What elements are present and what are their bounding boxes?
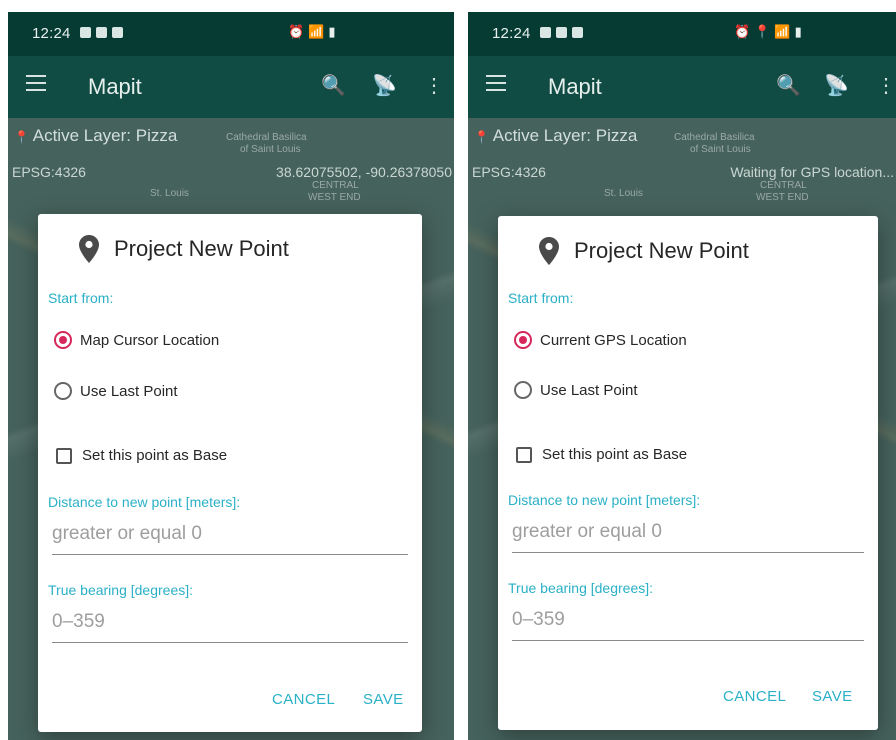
more-options-icon[interactable]: ⋮ bbox=[424, 73, 444, 98]
location-pin-icon bbox=[79, 235, 99, 263]
bearing-label: True bearing [degrees]: bbox=[48, 582, 194, 598]
notification-icons bbox=[80, 27, 123, 38]
status-time: 12:24 bbox=[492, 25, 531, 42]
notification-icons bbox=[540, 27, 583, 38]
bearing-input[interactable] bbox=[52, 606, 408, 643]
active-layer-label: 📍 Active Layer: Pizza bbox=[14, 126, 177, 146]
app-title: Mapit bbox=[548, 74, 602, 99]
dialog-title: Project New Point bbox=[538, 236, 749, 266]
app-bar: Mapit 🔍 📡 ⋮ bbox=[468, 56, 896, 118]
distance-input[interactable] bbox=[512, 516, 864, 553]
location-icon: 📍 bbox=[754, 24, 771, 39]
status-bar: 12:24 ⏰ 📍 📶 ▮ bbox=[468, 12, 896, 56]
status-time: 12:24 bbox=[32, 25, 71, 42]
distance-input[interactable] bbox=[52, 518, 408, 555]
project-new-point-dialog: Project New Point Start from: Map Cursor… bbox=[38, 214, 422, 732]
active-layer-text: Active Layer: Pizza bbox=[32, 126, 178, 145]
app-bar: Mapit 🔍 📡 ⋮ bbox=[8, 56, 454, 118]
search-icon[interactable]: 🔍 bbox=[776, 73, 801, 98]
alarm-icon: ⏰ bbox=[734, 24, 751, 39]
dialog-title: Project New Point bbox=[78, 234, 289, 264]
screenshot-left: 12:24 ⏰ 📶 ▮ Mapit 🔍 📡 ⋮ 📍 Active Layer: … bbox=[8, 12, 454, 740]
map-label: of Saint Louis bbox=[690, 144, 751, 155]
radio-selected-icon[interactable] bbox=[54, 331, 72, 349]
radio-label: Current GPS Location bbox=[540, 331, 687, 349]
distance-label: Distance to new point [meters]: bbox=[48, 494, 241, 510]
active-layer-text: Active Layer: Pizza bbox=[492, 126, 638, 145]
map-label: St. Louis bbox=[604, 188, 643, 199]
map-label: CENTRAL bbox=[312, 180, 359, 191]
map-label: CENTRAL bbox=[760, 180, 807, 191]
map-label: of Saint Louis bbox=[240, 144, 301, 155]
checkbox-label: Set this point as Base bbox=[82, 447, 228, 464]
map-label: WEST END bbox=[756, 192, 809, 203]
cancel-button[interactable]: CANCEL bbox=[723, 688, 786, 705]
location-pin-icon bbox=[539, 237, 559, 265]
radio-unselected-icon[interactable] bbox=[514, 381, 532, 399]
layer-pin-icon: 📍 bbox=[14, 130, 29, 144]
distance-label: Distance to new point [meters]: bbox=[508, 492, 701, 508]
radio-label: Map Cursor Location bbox=[80, 331, 220, 349]
start-from-label: Start from: bbox=[508, 290, 574, 306]
start-from-label: Start from: bbox=[48, 290, 114, 306]
wifi-icon: 📶 bbox=[308, 24, 325, 39]
save-button[interactable]: SAVE bbox=[363, 691, 404, 708]
radio-label: Use Last Point bbox=[80, 382, 178, 400]
gps-satellite-icon[interactable]: 📡 bbox=[824, 73, 849, 98]
map-label: Cathedral Basilica bbox=[674, 132, 755, 143]
screenshot-right: 12:24 ⏰ 📍 📶 ▮ Mapit 🔍 📡 ⋮ 📍 Active Layer… bbox=[468, 12, 896, 740]
radio-map-cursor-location[interactable]: Map Cursor Location bbox=[54, 331, 219, 349]
checkbox-label: Set this point as Base bbox=[542, 446, 688, 463]
more-options-icon[interactable]: ⋮ bbox=[876, 73, 896, 98]
status-bar: 12:24 ⏰ 📶 ▮ bbox=[8, 12, 454, 56]
radio-unselected-icon[interactable] bbox=[54, 382, 72, 400]
dialog-title-text: Project New Point bbox=[574, 238, 749, 263]
save-button[interactable]: SAVE bbox=[812, 688, 853, 705]
bearing-input[interactable] bbox=[512, 604, 864, 641]
cancel-button[interactable]: CANCEL bbox=[272, 691, 335, 708]
gps-satellite-icon[interactable]: 📡 bbox=[372, 73, 397, 98]
app-title: Mapit bbox=[88, 74, 142, 99]
epsg-label: EPSG:4326 bbox=[472, 164, 546, 180]
checkbox-icon[interactable] bbox=[516, 446, 532, 463]
radio-use-last-point[interactable]: Use Last Point bbox=[514, 381, 638, 399]
map-label: Cathedral Basilica bbox=[226, 132, 307, 143]
gps-status-text: Waiting for GPS location... bbox=[730, 164, 894, 180]
radio-current-gps-location[interactable]: Current GPS Location bbox=[514, 331, 687, 349]
search-icon[interactable]: 🔍 bbox=[321, 73, 346, 98]
radio-selected-icon[interactable] bbox=[514, 331, 532, 349]
alarm-icon: ⏰ bbox=[288, 24, 305, 39]
set-base-checkbox-row[interactable]: Set this point as Base bbox=[56, 447, 227, 464]
map-label: St. Louis bbox=[150, 188, 189, 199]
epsg-label: EPSG:4326 bbox=[12, 164, 86, 180]
set-base-checkbox-row[interactable]: Set this point as Base bbox=[516, 446, 687, 463]
hamburger-menu-icon[interactable] bbox=[486, 75, 506, 91]
battery-icon: ▮ bbox=[794, 24, 802, 39]
hamburger-menu-icon[interactable] bbox=[26, 75, 46, 91]
project-new-point-dialog: Project New Point Start from: Current GP… bbox=[498, 216, 878, 730]
system-status-icons: ⏰ 📶 ▮ bbox=[288, 24, 336, 40]
radio-label: Use Last Point bbox=[540, 381, 638, 399]
system-status-icons: ⏰ 📍 📶 ▮ bbox=[734, 24, 802, 40]
wifi-icon: 📶 bbox=[774, 24, 791, 39]
battery-icon: ▮ bbox=[328, 24, 336, 39]
radio-use-last-point[interactable]: Use Last Point bbox=[54, 382, 178, 400]
active-layer-label: 📍 Active Layer: Pizza bbox=[474, 126, 637, 146]
bearing-label: True bearing [degrees]: bbox=[508, 580, 654, 596]
dialog-title-text: Project New Point bbox=[114, 236, 289, 261]
layer-pin-icon: 📍 bbox=[474, 130, 489, 144]
checkbox-icon[interactable] bbox=[56, 447, 72, 464]
map-label: WEST END bbox=[308, 192, 361, 203]
gps-coordinates: 38.62075502, -90.26378050 bbox=[276, 164, 452, 180]
